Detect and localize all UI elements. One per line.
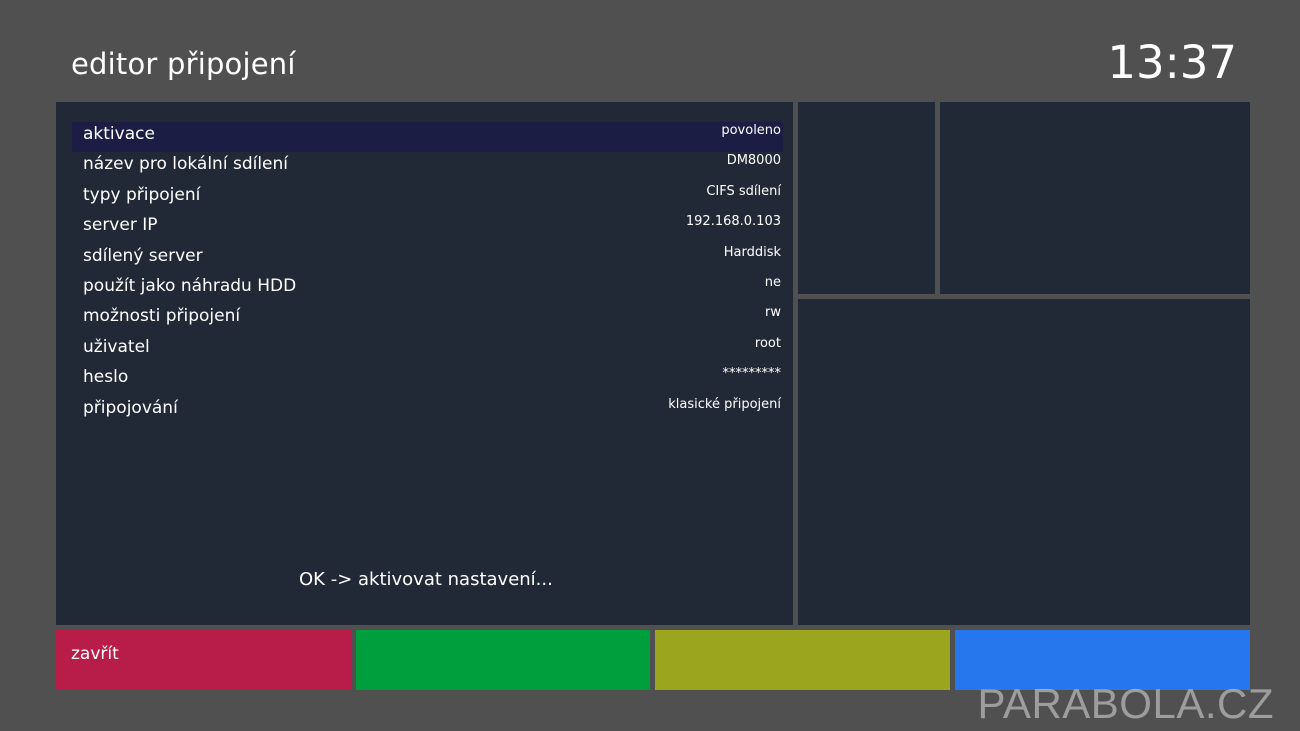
preview-pane-small xyxy=(798,102,935,294)
green-key-button[interactable] xyxy=(356,630,650,690)
config-value: klasické připojení xyxy=(668,396,781,412)
config-label: heslo xyxy=(83,367,129,388)
config-label: uživatel xyxy=(83,336,150,357)
red-key-close-button[interactable]: zavřít xyxy=(56,630,351,690)
clock: 13:37 xyxy=(1107,36,1237,89)
preview-pane-bottom xyxy=(798,299,1250,625)
config-row-mount-options[interactable]: možnosti připojení rw xyxy=(72,304,783,334)
config-panel: aktivace povoleno název pro lokální sdíl… xyxy=(56,102,793,625)
config-value: povoleno xyxy=(721,123,781,138)
config-label: typy připojení xyxy=(83,184,201,205)
config-row-shared-server[interactable]: sdílený server Harddisk xyxy=(72,244,783,274)
activate-hint: OK -> aktivovat nastavení... xyxy=(299,569,553,590)
config-value: root xyxy=(754,335,781,351)
red-key-label: zavřít xyxy=(71,644,119,664)
config-value: DM8000 xyxy=(726,153,781,169)
config-label: server IP xyxy=(83,215,158,236)
config-label: připojování xyxy=(83,397,178,418)
config-value: ne xyxy=(764,274,781,290)
config-row-password[interactable]: heslo ********* xyxy=(72,365,783,395)
config-value: rw xyxy=(765,305,781,321)
config-value: ********* xyxy=(722,366,782,382)
config-label: sdílený server xyxy=(83,245,203,266)
config-value: CIFS sdílení xyxy=(706,183,781,199)
config-label: možnosti připojení xyxy=(83,306,241,327)
config-row-mounting[interactable]: připojování klasické připojení xyxy=(72,396,783,426)
config-value: 192.168.0.103 xyxy=(685,214,781,230)
config-row-mount-type[interactable]: typy připojení CIFS sdílení xyxy=(72,183,783,213)
screen-title: editor připojení xyxy=(71,47,296,81)
config-list: aktivace povoleno název pro lokální sdíl… xyxy=(72,122,783,426)
config-label: použít jako náhradu HDD xyxy=(83,275,297,296)
config-row-user[interactable]: uživatel root xyxy=(72,335,783,365)
config-row-aktivace[interactable]: aktivace povoleno xyxy=(72,122,783,153)
watermark: PARABOLA.CZ xyxy=(977,680,1274,727)
yellow-key-button[interactable] xyxy=(655,630,950,690)
config-value: Harddisk xyxy=(723,244,781,260)
config-row-server-ip[interactable]: server IP 192.168.0.103 xyxy=(72,213,783,243)
preview-pane-top-right xyxy=(940,102,1250,294)
config-label: aktivace xyxy=(83,124,155,144)
config-row-hdd-replacement[interactable]: použít jako náhradu HDD ne xyxy=(72,274,783,304)
config-row-local-share-name[interactable]: název pro lokální sdílení DM8000 xyxy=(72,152,783,182)
config-label: název pro lokální sdílení xyxy=(83,154,289,175)
